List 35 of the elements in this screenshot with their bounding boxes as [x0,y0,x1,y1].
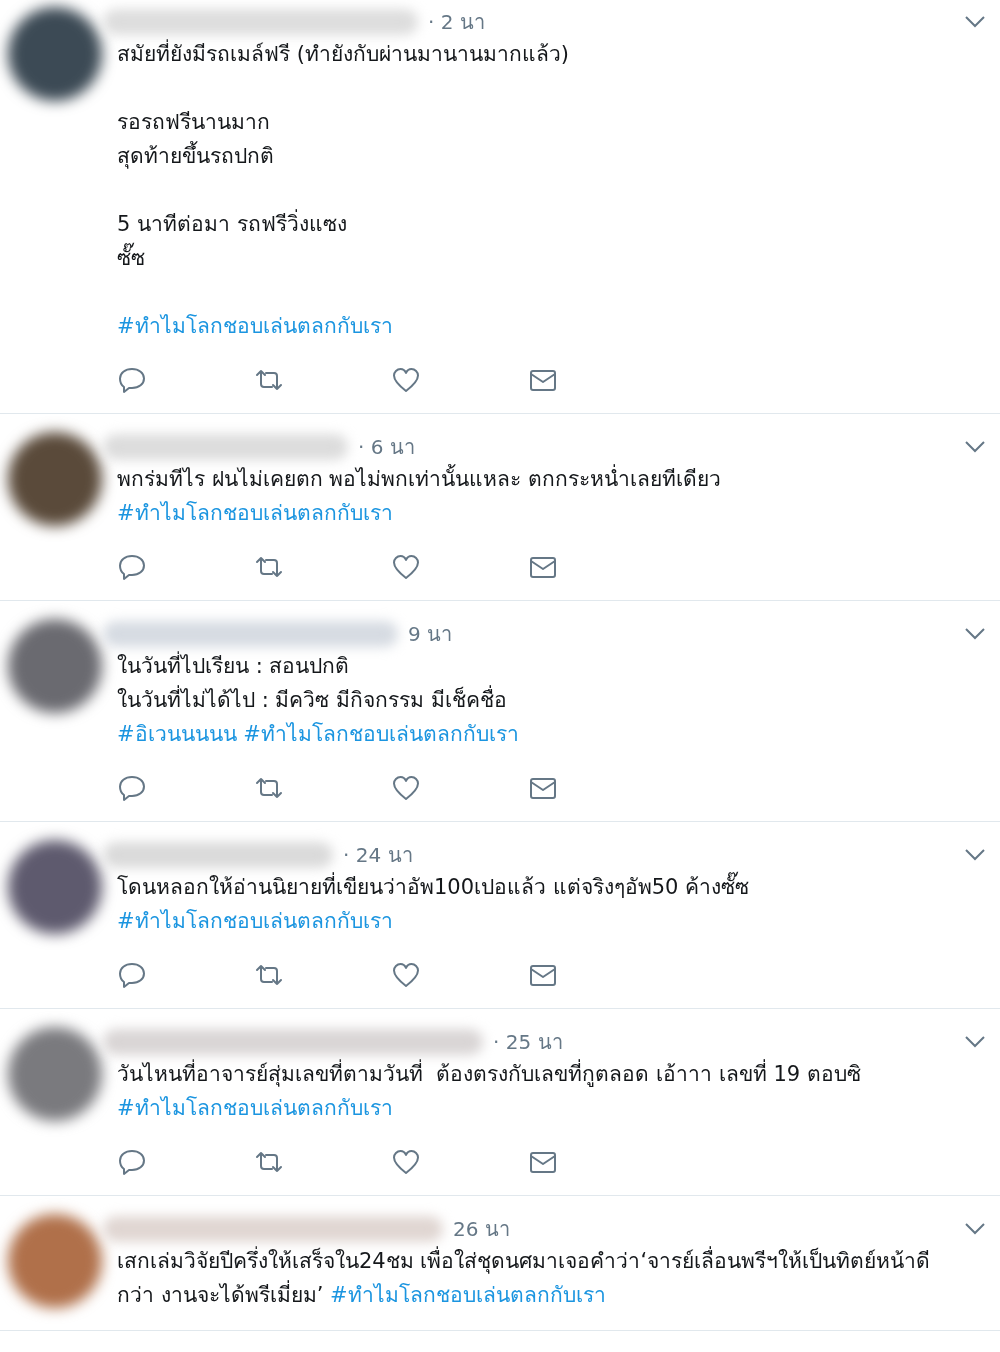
hashtag-link[interactable]: #ทำไมโลกชอบเล่นตลกกับเรา [330,1283,606,1307]
hashtag-link[interactable]: #ทำไมโลกชอบเล่นตลกกับเรา [117,1096,393,1120]
hashtag-link[interactable]: #อิเวนนนนน [117,722,237,746]
tweet-text: วันไหนที่อาจารย์สุ่มเลขที่ตามวันที่ ต้องตรงกับเลขที่กูตลอด เอ้าาา เลขที่ 19 ตอบซิ #ทำไมโลกชอบเล่นตลกกับเรา [117,1057,986,1125]
chevron-down-icon[interactable] [964,848,986,862]
heart-icon[interactable] [391,1148,421,1176]
heart-icon[interactable] [391,961,421,989]
heart-icon[interactable] [391,366,421,394]
chevron-down-icon[interactable] [964,440,986,454]
tweet-text: สมัยที่ยังมีรถเมล์ฟรี (ทำยังกับผ่านมานานมากแล้ว) รอรถฟรีนานมาก สุดท้ายขึ้นรถปกติ 5 นาทีต่อมา รถฟรีวิ่งแซง ซั๊ซ #ทำไมโลกชอบเล่นตลกกับเรา [117,37,986,343]
reply-icon[interactable] [117,961,147,989]
hashtag-link[interactable]: #ทำไมโลกชอบเล่นตลกกับเรา [117,909,393,933]
chevron-down-icon[interactable] [964,627,986,641]
reply-icon[interactable] [117,1148,147,1176]
timestamp: · 2 นา [428,9,485,36]
timestamp: · 24 นา [343,842,413,869]
chevron-down-icon[interactable] [964,1222,986,1236]
tweet-text: เสกเล่มวิจัยปีครึ่งให้เสร็จใน24ชม เพื่อใส่ชุดนศมาเจอคำว่า‘จารย์เลื่อนพรีฯให้เป็นทิตย์หน้าดีกว่า งานจะได้พรีเมี่ยม’ #ทำไมโลกชอบเล่นตลกกับเรา [117,1244,986,1312]
heart-icon[interactable] [391,553,421,581]
reply-icon[interactable] [117,553,147,581]
timestamp: · 25 นา [493,1029,563,1056]
heart-icon[interactable] [391,774,421,802]
hashtag-link[interactable]: #ทำไมโลกชอบเล่นตลกกับเรา [117,314,393,338]
reply-icon[interactable] [117,774,147,802]
tweet-text: พกร่มทีไร ฝนไม่เคยตก พอไม่พกเท่านั้นแหละ ตกกระหน่ำเลยทีเดียว #ทำไมโลกชอบเล่นตลกกับเรา [117,462,986,530]
chevron-down-icon[interactable] [964,1035,986,1049]
chevron-down-icon[interactable] [964,15,986,29]
hashtag-link[interactable]: #ทำไมโลกชอบเล่นตลกกับเรา [117,501,393,525]
timestamp: 26 นา [453,1216,510,1243]
reply-icon[interactable] [117,366,147,394]
tweet-text: ในวันที่ไปเรียน : สอนปกติ ในวันที่ไม่ได้ไป : มีควิซ มีกิจกรรม มีเช็คชื่อ #อิเวนนนนน #ทำไมโลกชอบเล่นตลกกับเรา [117,649,986,751]
tweet-text: โดนหลอกให้อ่านนิยายที่เขียนว่าอัพ100เปอแล้ว แต่จริงๆอัพ50 ค้างซั๊ซ #ทำไมโลกชอบเล่นตลกกับเรา [117,870,986,938]
hashtag-link[interactable]: #ทำไมโลกชอบเล่นตลกกับเรา [243,722,519,746]
timestamp: 9 นา [408,621,453,648]
timestamp: · 6 นา [358,434,415,461]
